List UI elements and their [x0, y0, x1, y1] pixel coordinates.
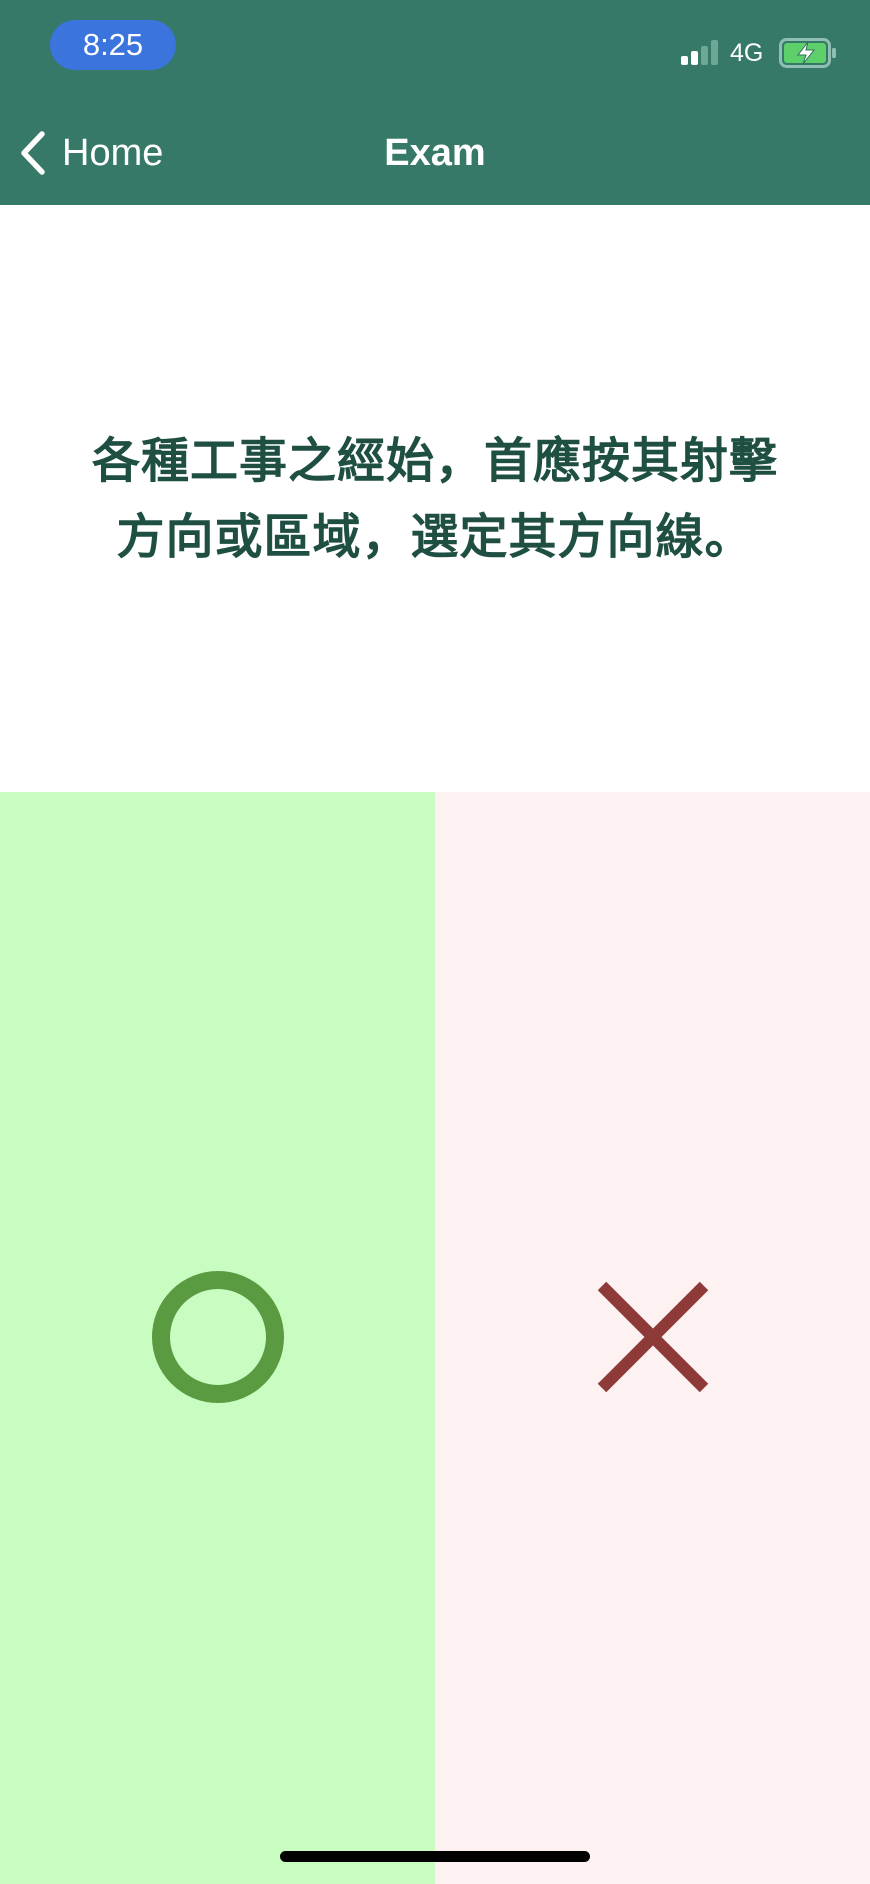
signal-bar: [691, 51, 698, 65]
back-label: Home: [62, 131, 164, 174]
back-button[interactable]: Home: [18, 125, 163, 181]
chevron-left-icon: [21, 131, 45, 175]
signal-bar: [711, 40, 718, 65]
network-type: 4G: [730, 39, 764, 67]
home-indicator: [280, 1851, 590, 1862]
false-answer-button[interactable]: [435, 792, 870, 1884]
question-text: 各種工事之經始，首應按其射擊方向或區域，選定其方向線。: [91, 432, 778, 565]
battery-charging-icon: [779, 38, 837, 68]
status-time: 8:25: [50, 20, 176, 70]
cellular-signal-icon: [681, 40, 721, 65]
question-area: 各種工事之經始，首應按其射擊方向或區域，選定其方向線。: [0, 205, 870, 792]
signal-bar: [701, 46, 708, 65]
answer-panel: [0, 792, 870, 1884]
circle-o-icon: [152, 1271, 284, 1403]
signal-bar: [681, 56, 688, 65]
exam-screen: 8:25 4G Home Exam 各種工事之經始，首應按其射擊方向或區域，選定…: [0, 0, 870, 1884]
cross-x-icon: [597, 1281, 709, 1393]
header: 8:25 4G Home Exam: [0, 0, 870, 205]
true-answer-button[interactable]: [0, 792, 435, 1884]
